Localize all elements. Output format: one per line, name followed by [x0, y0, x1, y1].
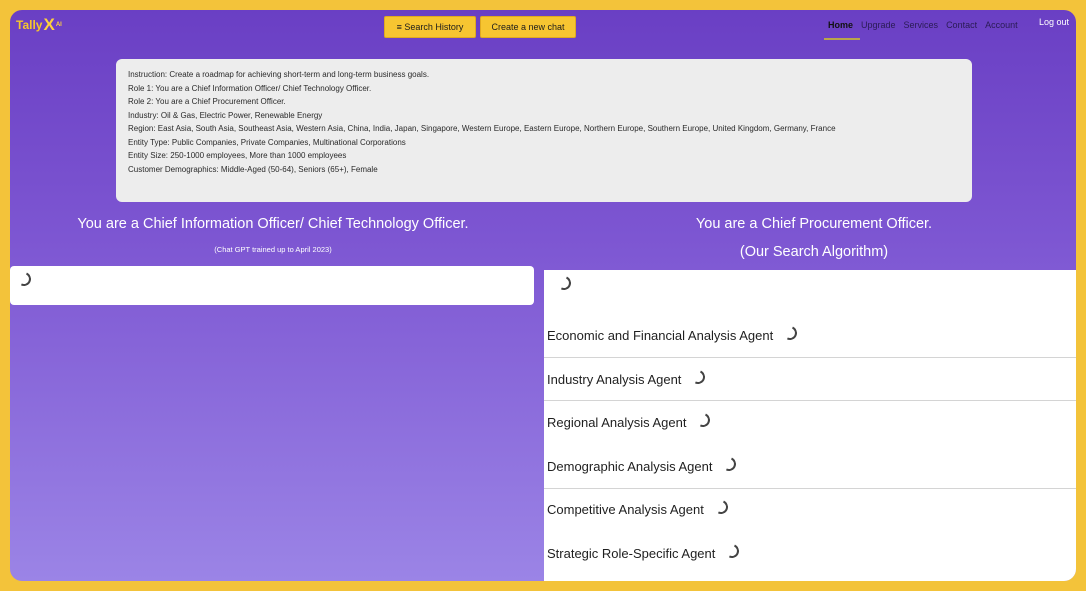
nav-links: Home Upgrade Services Contact Account [828, 20, 1018, 30]
agent-demographic[interactable]: Demographic Analysis Agent [544, 444, 1076, 488]
agent-label: Regional Analysis Agent [547, 414, 687, 430]
agent-label: Industry Analysis Agent [547, 371, 682, 387]
agent-label: Strategic Role-Specific Agent [547, 545, 716, 561]
instruction-panel: Instruction: Create a roadmap for achiev… [116, 59, 972, 202]
agent-strategic-role[interactable]: Strategic Role-Specific Agent [544, 531, 1076, 575]
nav-home-link[interactable]: Home [828, 20, 853, 30]
top-navbar: Tally X AI ≡ Search History Create a new… [10, 10, 1076, 42]
industry-line: Industry: Oil & Gas, Electric Power, Ren… [128, 110, 323, 120]
loading-spinner-icon [781, 324, 800, 342]
logo-x-mark: X [43, 15, 55, 34]
nav-upgrade-link[interactable]: Upgrade [861, 20, 896, 30]
agent-label: Demographic Analysis Agent [547, 458, 713, 474]
loading-spinner-icon [711, 498, 730, 516]
active-nav-underline [824, 38, 860, 40]
right-role-subtitle: (Our Search Algorithm) [739, 244, 889, 260]
search-history-button[interactable]: ≡ Search History [384, 16, 476, 38]
agent-competitive[interactable]: Competitive Analysis Agent [544, 487, 1076, 531]
new-chat-button[interactable]: Create a new chat [480, 16, 576, 38]
agent-industry[interactable]: Industry Analysis Agent [544, 357, 1076, 401]
loading-spinner-icon [694, 411, 713, 429]
agent-label: Economic and Financial Analysis Agent [547, 327, 774, 343]
agent-regional[interactable]: Regional Analysis Agent [544, 400, 1076, 444]
logout-link[interactable]: Log out [1039, 17, 1069, 27]
logo-ai-mark: AI [55, 22, 62, 28]
left-role-subtitle: (Chat GPT trained up to April 2023) [214, 245, 332, 254]
loading-spinner-icon [720, 455, 739, 473]
left-response-box [10, 266, 534, 305]
instruction-line: Instruction: Create a roadmap for achiev… [128, 70, 430, 79]
entity-type-line: Entity Type: Public Companies, Private C… [128, 137, 406, 147]
entity-size-line: Entity Size: 250-1000 employees, More th… [128, 151, 347, 160]
role-1-line: Role 1: You are a Chief Information Offi… [128, 83, 372, 93]
loading-spinner-icon [723, 542, 742, 560]
nav-contact-link[interactable]: Contact [946, 20, 977, 30]
demographics-line: Customer Demographics: Middle-Aged (50-6… [128, 164, 378, 174]
region-line: Region: East Asia, South Asia, Southeast… [128, 124, 836, 133]
agents-panel: Economic and Financial Analysis Agent In… [544, 270, 1076, 581]
agent-economic-financial[interactable]: Economic and Financial Analysis Agent [544, 313, 1076, 357]
role-2-line: Role 2: You are a Chief Procurement Offi… [128, 97, 286, 106]
agent-label: Competitive Analysis Agent [547, 501, 704, 517]
loading-spinner-icon [555, 274, 573, 292]
loading-spinner-icon [689, 368, 708, 386]
nav-services-link[interactable]: Services [904, 20, 939, 30]
left-role-title: You are a Chief Information Officer/ Chi… [77, 216, 469, 232]
nav-account-link[interactable]: Account [985, 20, 1018, 30]
right-role-title: You are a Chief Procurement Officer. [695, 216, 933, 232]
app-window: Tally X AI ≡ Search History Create a new… [10, 10, 1076, 581]
loading-spinner-icon [15, 270, 33, 288]
logo-text: Tally [16, 18, 43, 32]
tallyx-logo[interactable]: Tally X AI [16, 15, 62, 34]
